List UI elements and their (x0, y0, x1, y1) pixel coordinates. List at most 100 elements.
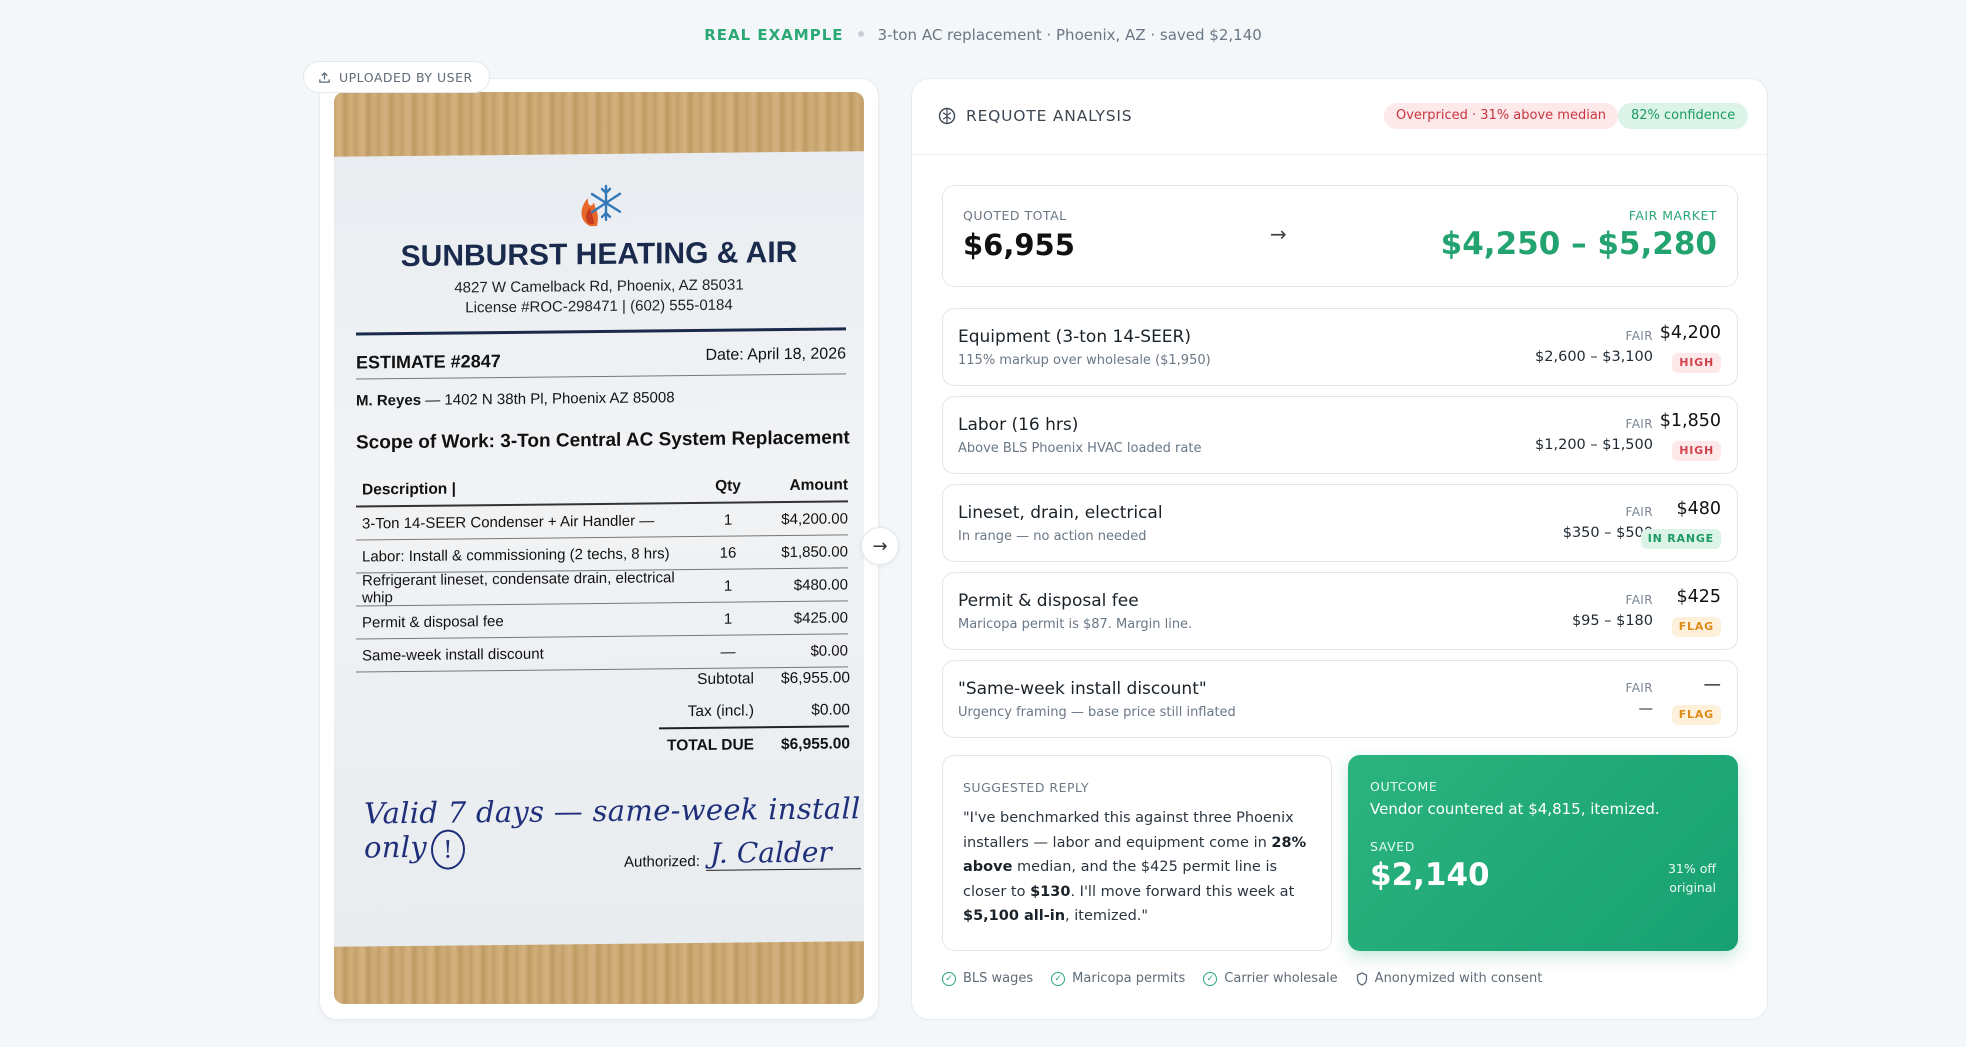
reply-emphasis: $130 (1030, 883, 1071, 900)
outcome-text: Vendor countered at $4,815, itemized. (1370, 800, 1660, 818)
status-badge: FLAG (1671, 705, 1721, 725)
col-description: Description | (362, 479, 456, 498)
customer-name: M. Reyes (356, 391, 422, 410)
line-item-note: Urgency framing — base price still infla… (958, 705, 1236, 720)
total-due-value: $6,955.00 (781, 735, 850, 754)
reply-part: , itemized." (1065, 908, 1149, 924)
table-row: Permit & disposal fee 1 $425.00 (356, 601, 848, 640)
company-name: SUNBURST HEATING & AIR (400, 235, 798, 274)
table-row: Same-week install discount — $0.00 (356, 634, 848, 673)
line-item: "Same-week install discount" Urgency fra… (942, 660, 1738, 738)
line-item: Labor (16 hrs) Above BLS Phoenix HVAC lo… (942, 396, 1738, 474)
analysis-header: REQUOTE ANALYSIS Overpriced · 31% above … (912, 79, 1769, 155)
confidence-badge: 82% confidence (1618, 103, 1749, 129)
subtotal-value: $6,955.00 (781, 669, 850, 688)
scope-of-work: Scope of Work: 3-Ton Central AC System R… (356, 427, 850, 454)
percent-off-caption: original (1669, 880, 1716, 895)
row-amount: $1,850.00 (781, 542, 848, 561)
requote-analysis-panel: REQUOTE ANALYSIS Overpriced · 31% above … (911, 78, 1769, 1020)
suggested-reply-label: SUGGESTED REPLY (963, 780, 1089, 795)
tax-line: Tax (incl.) $0.00 (646, 701, 850, 721)
suggested-reply-text[interactable]: "I've benchmarked this against three Pho… (963, 806, 1319, 929)
header-summary: 3-ton AC replacement · Phoenix, AZ · sav… (877, 26, 1262, 44)
estimate-date: Date: April 18, 2026 (705, 345, 846, 364)
line-item-name: "Same-week install discount" (958, 679, 1207, 699)
total-due-line: TOTAL DUE $6,955.00 (646, 735, 850, 755)
percent-off-value: 31% off (1667, 861, 1716, 876)
totals-comparison: QUOTED TOTAL $6,955 → FAIR MARKET $4,250… (942, 185, 1738, 287)
fair-label: FAIR (1625, 593, 1653, 607)
status-badge: HIGH (1672, 353, 1721, 373)
row-amount: $425.00 (793, 608, 848, 627)
line-item: Lineset, drain, electrical In range — no… (942, 484, 1738, 562)
estimate-table: Description | Qty Amount 3-Ton 14-SEER C… (356, 469, 848, 673)
row-description: 3-Ton 14-SEER Condenser + Air Handler — (362, 511, 655, 532)
tax-value: $0.00 (811, 701, 850, 719)
fair-range: $95 – $180 (1571, 613, 1653, 629)
fair-label: FAIR (1625, 417, 1653, 431)
reply-part: "I've benchmarked this against three Pho… (963, 810, 1294, 851)
analysis-title: REQUOTE ANALYSIS (938, 107, 1132, 125)
line-item: Equipment (3-ton 14-SEER) 115% markup ov… (942, 308, 1738, 386)
subtotal-label: Subtotal (697, 670, 754, 688)
row-amount: $0.00 (810, 641, 848, 660)
signature: J. Calder (706, 835, 861, 871)
check-circle-icon: ✓ (1203, 971, 1218, 986)
total-rule (659, 725, 849, 730)
line-item: Permit & disposal fee Maricopa permit is… (942, 572, 1738, 650)
separator-dot (857, 31, 864, 37)
data-sources: ✓ BLS wages ✓ Maricopa permits ✓ Carrier wh… (942, 971, 1542, 986)
quoted-total-value: $6,955 (963, 228, 1075, 262)
brain-icon (938, 107, 956, 125)
line-item-note: Above BLS Phoenix HVAC loaded rate (958, 441, 1202, 456)
saved-label: SAVED (1370, 839, 1415, 854)
table-row: Labor: Install & commissioning (2 techs,… (356, 535, 848, 574)
fair-range: $2,600 – $3,100 (1535, 349, 1653, 365)
row-qty: 16 (719, 544, 737, 562)
header-rule (356, 327, 846, 336)
quoted-price: $4,200 (1659, 323, 1721, 343)
fair-market-label: FAIR MARKET (1628, 208, 1717, 223)
estimate-photo: SUNBURST HEATING & AIR 4827 W Camelback … (334, 92, 864, 1004)
status-badge: FLAG (1671, 617, 1721, 637)
circled-exclamation: ! (431, 829, 465, 870)
line-item-note: In range — no action needed (958, 529, 1147, 544)
quoted-total-label: QUOTED TOTAL (963, 208, 1067, 223)
fair-range: $1,200 – $1,500 (1535, 437, 1653, 453)
company-license: License #ROC-298471 | (602) 555-0184 (465, 296, 733, 317)
subtotal-line: Subtotal $6,955.00 (646, 669, 850, 689)
row-qty: 1 (723, 511, 733, 529)
quoted-price: $480 (1676, 499, 1721, 519)
line-item-name: Permit & disposal fee (958, 591, 1139, 611)
arrow-right-icon: → (1270, 222, 1287, 246)
fair-label: FAIR (1625, 329, 1653, 343)
customer-address: — 1402 N 38th Pl, Phoenix AZ 85008 (421, 389, 675, 409)
row-description: Permit & disposal fee (362, 612, 504, 631)
fair-range: $350 – $500 (1562, 525, 1653, 541)
real-example-tag: REAL EXAMPLE (704, 26, 844, 44)
quoted-price: $425 (1676, 587, 1721, 607)
line-item-name: Lineset, drain, electrical (958, 503, 1163, 523)
row-description: Labor: Install & commissioning (2 techs,… (362, 544, 670, 565)
estimate-number: ESTIMATE #2847 (356, 351, 501, 373)
upload-pill-label: UPLOADED BY USER (339, 69, 473, 85)
quoted-price: $1,850 (1659, 411, 1721, 431)
saved-amount: $2,140 (1370, 857, 1490, 893)
company-address: 4827 W Camelback Rd, Phoenix, AZ 85031 (454, 276, 744, 297)
row-amount: $4,200.00 (781, 509, 848, 528)
customer-line: M. Reyes — 1402 N 38th Pl, Phoenix AZ 85… (356, 389, 675, 409)
col-amount: Amount (789, 475, 848, 494)
row-description: Refrigerant lineset, condensate drain, e… (362, 569, 675, 607)
row-qty: — (720, 643, 736, 661)
source-label: Maricopa permits (1072, 971, 1186, 986)
outcome-label: OUTCOME (1370, 779, 1438, 794)
table-row: 3-Ton 14-SEER Condenser + Air Handler — … (356, 502, 848, 541)
status-badge: HIGH (1672, 441, 1721, 461)
source-label: Anonymized with consent (1374, 971, 1543, 986)
estimate-paper: SUNBURST HEATING & AIR 4827 W Camelback … (334, 151, 864, 947)
source-item: Anonymized with consent (1356, 971, 1543, 986)
table-row: Refrigerant lineset, condensate drain, e… (356, 568, 848, 607)
percent-off: 31% off original (1636, 859, 1716, 897)
col-qty: Qty (715, 477, 741, 495)
upload-icon (319, 71, 330, 83)
